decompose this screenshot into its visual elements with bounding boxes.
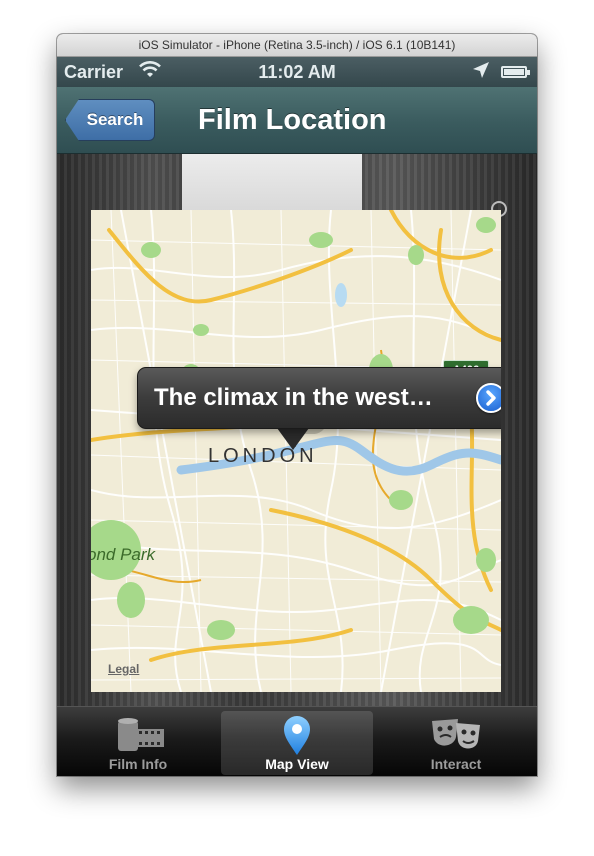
tab-interact[interactable]: Interact bbox=[380, 711, 532, 775]
callout-tail bbox=[277, 428, 309, 450]
map-view[interactable]: A406 LONDON ond Park Legal The climax in… bbox=[91, 210, 501, 692]
tab-label: Interact bbox=[430, 756, 482, 772]
battery-icon bbox=[501, 66, 530, 78]
window-title: iOS Simulator - iPhone (Retina 3.5-inch)… bbox=[57, 34, 537, 57]
status-bar: Carrier 11:02 AM bbox=[57, 57, 537, 87]
detail-disclosure-button[interactable] bbox=[476, 383, 501, 413]
annotation-callout[interactable]: The climax in the west… bbox=[137, 367, 501, 429]
tab-label: Map View bbox=[265, 756, 329, 772]
tab-film-info[interactable]: Film Info bbox=[62, 711, 214, 775]
back-button[interactable]: Search bbox=[65, 99, 155, 141]
simulator-window: iOS Simulator - iPhone (Retina 3.5-inch)… bbox=[57, 34, 537, 776]
location-arrow-icon bbox=[472, 61, 490, 84]
film-reel-icon bbox=[62, 715, 214, 753]
legal-link[interactable]: Legal bbox=[108, 662, 139, 676]
page-title: Film Location bbox=[198, 104, 387, 136]
film-location-backdrop: A406 LONDON ond Park Legal The climax in… bbox=[57, 154, 537, 706]
tab-label: Film Info bbox=[108, 756, 168, 772]
chevron-right-icon bbox=[486, 390, 496, 406]
navigation-bar: Search Film Location bbox=[57, 87, 537, 154]
tab-map-view[interactable]: Map View bbox=[221, 711, 373, 775]
status-time: 11:02 AM bbox=[258, 62, 336, 82]
theater-masks-icon bbox=[380, 715, 532, 753]
tab-bar: Film Info Map View Interact bbox=[57, 706, 537, 776]
callout-title: The climax in the west… bbox=[154, 384, 433, 411]
backdrop-sky bbox=[182, 154, 362, 214]
map-pin-icon bbox=[221, 715, 373, 755]
park-label: ond Park bbox=[91, 545, 156, 564]
